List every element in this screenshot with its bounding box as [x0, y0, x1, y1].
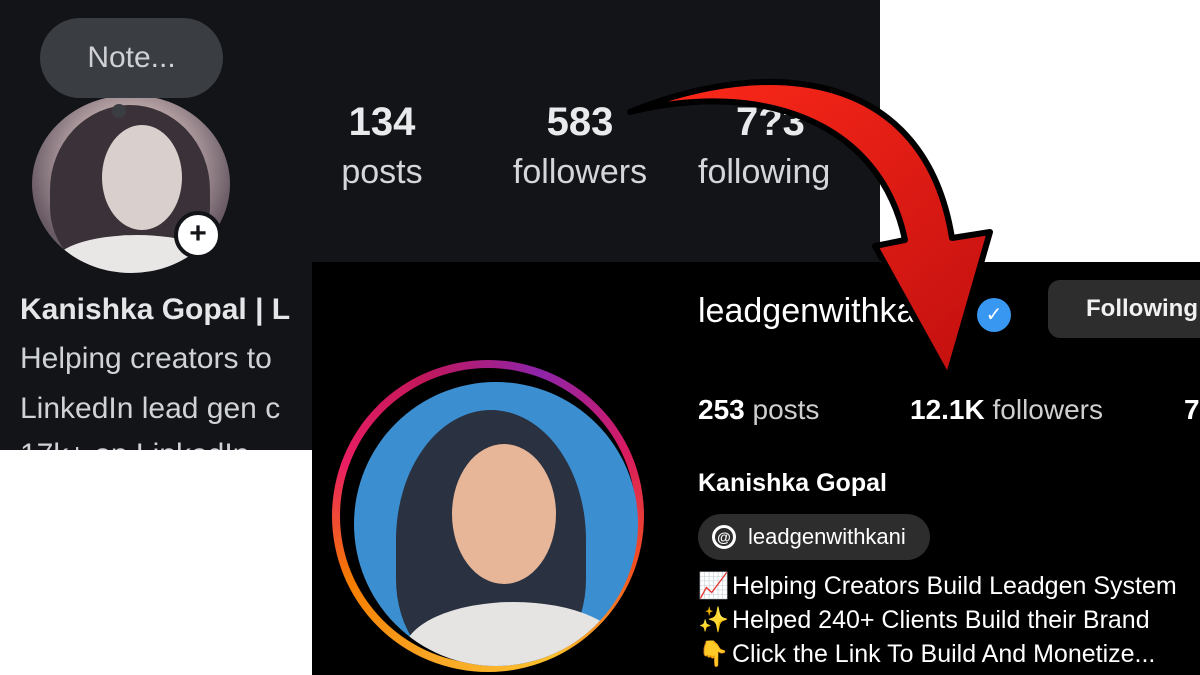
old-posts-count: 134: [348, 100, 416, 144]
note-dot: [112, 104, 126, 118]
old-profile-name: Kanishka Gopal | L: [20, 293, 291, 326]
verified-badge-icon: ✓: [977, 298, 1011, 332]
note-bubble[interactable]: Note...: [40, 18, 223, 98]
new-followers-count: 12.1K: [910, 394, 985, 425]
profile-username: leadgenwithkani: [698, 292, 942, 330]
old-bio-line: 17k+ on LinkedIn: [20, 438, 249, 450]
plus-icon[interactable]: +: [174, 211, 222, 259]
bio-line-text: Helped 240+ Clients Build their Brand: [732, 606, 1150, 634]
bio-line: 📈 Helping Creators Build Leadgen System: [698, 572, 1177, 601]
story-ring[interactable]: [332, 360, 644, 672]
bio-line: ✨ Helped 240+ Clients Build their Brand: [698, 606, 1150, 635]
old-bio-line: LinkedIn lead gen c: [20, 392, 281, 425]
sparkles-icon: ✨: [698, 606, 730, 634]
following-button-label: Following: [1086, 295, 1198, 322]
new-posts-label: posts: [752, 394, 820, 425]
new-profile-card: leadgenwithkani ✓ Following 253 posts 12…: [312, 262, 1200, 675]
threads-link[interactable]: @ leadgenwithkani: [698, 514, 930, 560]
old-stat-followers[interactable]: 583 followers: [500, 100, 660, 192]
old-following-count: 7?3: [736, 100, 805, 144]
old-stat-posts[interactable]: 134 posts: [330, 100, 434, 192]
old-posts-label: posts: [341, 153, 423, 191]
bio-line-text: Click the Link To Build And Monetize...: [732, 640, 1156, 668]
new-stat-followers[interactable]: 12.1K followers: [910, 394, 1103, 426]
new-stat-following[interactable]: 7: [1184, 394, 1200, 426]
old-followers-label: followers: [512, 153, 648, 191]
new-followers-label: followers: [992, 394, 1103, 425]
threads-handle: leadgenwithkani: [748, 524, 906, 549]
profile-display-name: Kanishka Gopal: [698, 469, 887, 497]
old-bio-line: Helping creators to: [20, 342, 272, 375]
new-posts-count: 253: [698, 394, 745, 425]
new-profile-avatar: [354, 382, 638, 666]
pointing-down-icon: 👇: [698, 640, 730, 668]
threads-icon: @: [712, 525, 736, 549]
new-stat-posts[interactable]: 253 posts: [698, 394, 819, 426]
chart-increasing-icon: 📈: [698, 572, 730, 600]
old-followers-count: 583: [546, 100, 614, 144]
note-text: Note...: [87, 41, 176, 74]
new-following-count: 7: [1184, 394, 1200, 425]
following-button[interactable]: Following: [1048, 280, 1200, 338]
old-following-label: following: [698, 153, 831, 191]
bio-line[interactable]: 👇 Click the Link To Build And Monetize...: [698, 640, 1155, 669]
old-stat-following[interactable]: 7?3 following: [698, 100, 878, 192]
bio-line-text: Helping Creators Build Leadgen System: [732, 572, 1177, 600]
